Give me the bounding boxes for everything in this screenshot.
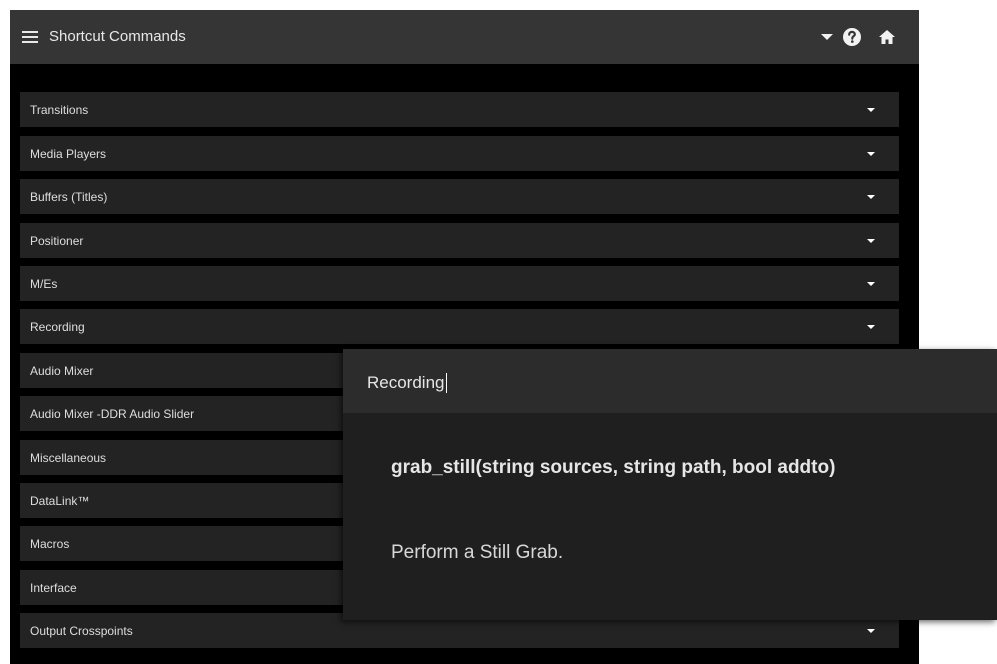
section-label: Positioner [30, 234, 84, 248]
section-buffers-titles[interactable]: Buffers (Titles) [20, 179, 899, 214]
section-media-players[interactable]: Media Players [20, 136, 899, 171]
section-label: Recording [30, 320, 85, 334]
section-label: Output Crosspoints [30, 624, 133, 638]
section-label: Transitions [30, 103, 89, 117]
text-cursor [445, 373, 447, 393]
section-label: Miscellaneous [30, 451, 107, 465]
section-positioner[interactable]: Positioner [20, 223, 899, 258]
section-label: DataLink™ [30, 494, 90, 508]
caret-down-icon [867, 108, 875, 112]
caret-down-icon [867, 629, 875, 633]
section-label: Media Players [30, 147, 107, 161]
section-label: Macros [30, 537, 70, 551]
dropdown-icon[interactable] [815, 25, 839, 49]
home-icon[interactable] [875, 25, 899, 49]
section-transitions[interactable]: Transitions [20, 92, 899, 127]
command-signature: grab_still(string sources, string path, … [391, 457, 836, 478]
caret-down-icon [867, 239, 875, 243]
page-title: Shortcut Commands [49, 28, 186, 45]
tooltip-header: Recording [343, 349, 997, 413]
tooltip-title: Recording [367, 373, 447, 393]
top-bar: Shortcut Commands [10, 10, 919, 64]
command-tooltip: Recording grab_still(string sources, str… [343, 349, 997, 620]
caret-down-icon [867, 152, 875, 156]
section-recording[interactable]: Recording [20, 309, 899, 344]
section-label: Audio Mixer -DDR Audio Slider [30, 407, 195, 421]
help-icon[interactable] [840, 25, 864, 49]
menu-icon[interactable] [22, 30, 38, 44]
caret-down-icon [867, 195, 875, 199]
command-description: Perform a Still Grab. [391, 542, 564, 563]
section-label: Interface [30, 581, 77, 595]
section-label: Audio Mixer [30, 364, 94, 378]
section-label: M/Es [30, 277, 58, 291]
section-mes[interactable]: M/Es [20, 266, 899, 301]
caret-down-icon [867, 282, 875, 286]
caret-down-icon [867, 325, 875, 329]
section-label: Buffers (Titles) [30, 190, 108, 204]
tooltip-title-text: Recording [367, 373, 445, 392]
